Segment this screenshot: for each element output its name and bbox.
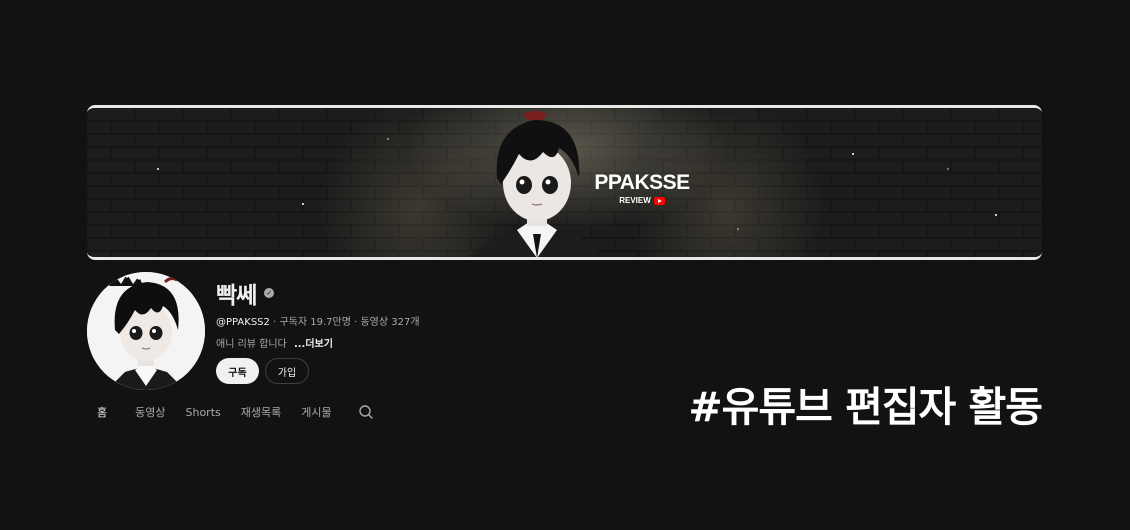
- sparkle: [387, 138, 389, 140]
- join-button[interactable]: 가입: [265, 358, 309, 384]
- editor-activity-caption: #유튜브 편집자 활동: [688, 383, 1043, 431]
- banner-logo-title: PPAKSSE: [594, 171, 690, 194]
- check-icon: ✓: [264, 288, 275, 298]
- sparkle: [157, 168, 159, 170]
- sparkle: [995, 214, 997, 216]
- subscriber-count: 구독자 19.7만명: [279, 317, 351, 328]
- youtube-icon: [653, 196, 665, 205]
- banner-logo-sub-text: REVIEW: [619, 196, 651, 205]
- channel-avatar[interactable]: [87, 272, 205, 390]
- channel-description: 애니 리뷰 합니다 ...더보기: [216, 335, 333, 350]
- avatar-character-illustration: [87, 272, 205, 390]
- channel-banner: PPAKSSE REVIEW: [87, 105, 1042, 260]
- meta-separator: ·: [273, 317, 277, 328]
- channel-name-row: 빡쎄 ✓: [216, 276, 275, 310]
- banner-logo-subtitle: REVIEW: [592, 196, 692, 205]
- channel-meta: @PPAKSS2 · 구독자 19.7만명 · 동영상 327개: [216, 313, 420, 328]
- meta-separator: ·: [354, 317, 358, 328]
- channel-tabs: 홈 동영상 Shorts 재생목록 게시물: [87, 402, 374, 422]
- tab-home[interactable]: 홈: [97, 404, 107, 420]
- video-count: 동영상 327개: [360, 317, 420, 328]
- subscribe-button[interactable]: 구독: [216, 358, 259, 384]
- tab-posts[interactable]: 게시물: [301, 404, 331, 420]
- more-link[interactable]: ...더보기: [294, 339, 333, 350]
- channel-name: 빡쎄: [216, 283, 257, 309]
- sparkle: [302, 203, 304, 205]
- description-text: 애니 리뷰 합니다: [216, 339, 287, 350]
- banner-logo: PPAKSSE REVIEW: [592, 171, 692, 206]
- tab-shorts[interactable]: Shorts: [186, 406, 221, 419]
- search-icon[interactable]: [358, 404, 374, 420]
- sparkle: [852, 153, 854, 155]
- tab-playlists[interactable]: 재생목록: [241, 404, 281, 420]
- tab-videos[interactable]: 동영상: [135, 404, 165, 420]
- channel-handle: @PPAKSS2: [216, 317, 270, 328]
- sparkle: [737, 228, 739, 230]
- sparkle: [947, 168, 949, 170]
